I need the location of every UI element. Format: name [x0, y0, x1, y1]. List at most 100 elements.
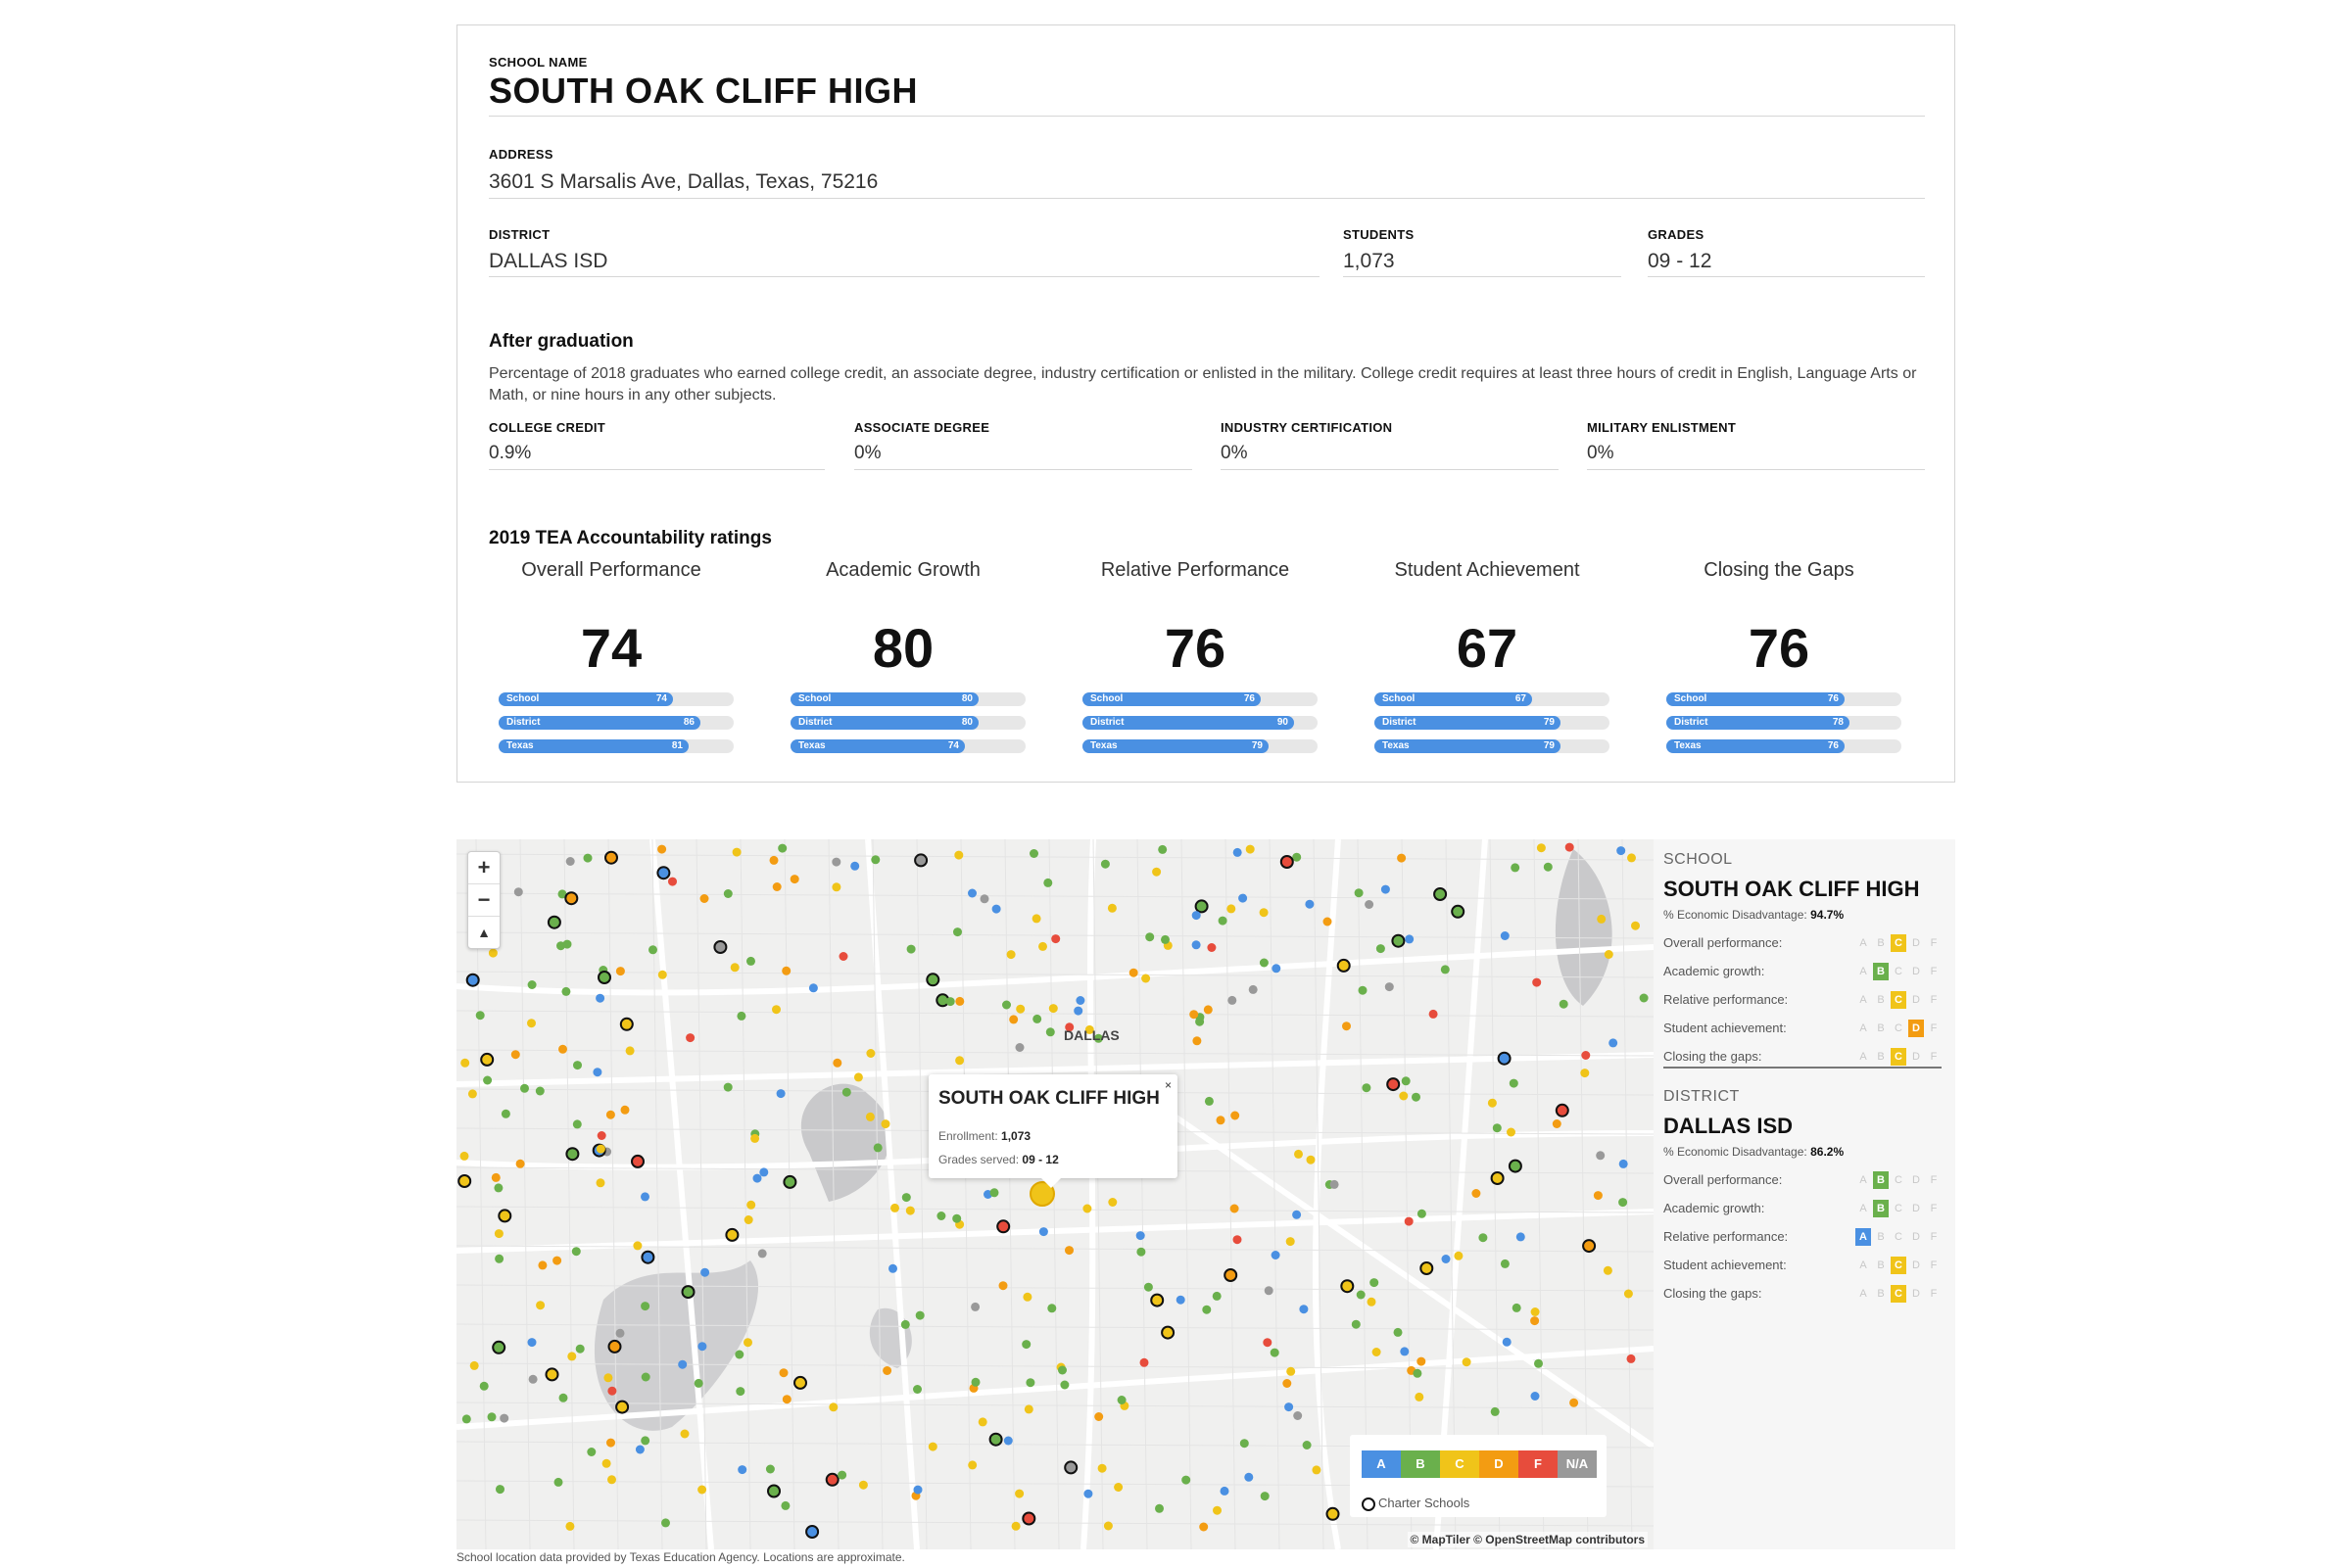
- rating-bar-school: School 80: [791, 692, 1026, 706]
- school-dot: [491, 1172, 501, 1182]
- school-dot: [1490, 1406, 1500, 1416]
- school-dot: [888, 1263, 897, 1273]
- map-legend: A B C D F N/A Charter Schools: [1350, 1435, 1607, 1517]
- school-dot: [838, 1470, 847, 1480]
- school-dot: [641, 1192, 649, 1202]
- school-dot: [1534, 1358, 1543, 1368]
- panel-school-econ-label: % Economic Disadvantage:: [1663, 908, 1807, 922]
- divider: [1648, 276, 1925, 277]
- map-attribution[interactable]: © MapTiler © OpenStreetMap contributors: [1407, 1532, 1648, 1547]
- school-grade-label: Overall performance:: [1663, 935, 1783, 950]
- popup-enrollment: Enrollment: 1,073: [938, 1129, 1031, 1143]
- school-dot: [1282, 1379, 1292, 1388]
- rating-title: Relative Performance: [1100, 559, 1290, 581]
- school-dot: [732, 847, 742, 857]
- school-dot: [1245, 844, 1255, 854]
- school-dot: [1015, 1043, 1025, 1052]
- school-dot: [573, 1061, 582, 1070]
- school-dot: [567, 1352, 577, 1361]
- school-dot: [968, 888, 977, 898]
- school-dot: [1286, 1366, 1296, 1376]
- school-dot: [1604, 950, 1613, 959]
- close-icon[interactable]: ×: [1165, 1078, 1172, 1092]
- grade-letter-f: F: [1930, 1203, 1938, 1214]
- school-dot: [1322, 917, 1332, 927]
- rating-bar-district: District 80: [791, 716, 1026, 730]
- rating-bar-value: 79: [1251, 740, 1263, 751]
- zoom-controls: + − ▲: [467, 851, 501, 949]
- zoom-in-button[interactable]: +: [468, 852, 500, 884]
- grade-letter-b: B: [1877, 1022, 1885, 1034]
- school-dot: [873, 1143, 883, 1153]
- school-dot: [1451, 904, 1465, 919]
- district-grade-label: Academic growth:: [1663, 1201, 1765, 1215]
- school-dot: [657, 844, 667, 854]
- school-dot: [1204, 1096, 1214, 1106]
- school-dot: [1419, 1261, 1434, 1275]
- school-dot: [620, 1105, 630, 1115]
- rating-bar-label: District: [1674, 717, 1708, 728]
- district-grade-label: Student achievement:: [1663, 1258, 1787, 1272]
- grade-letter-a: A: [1859, 1203, 1867, 1214]
- school-dot: [1543, 862, 1553, 872]
- rating-bar-label: School: [1382, 693, 1416, 704]
- school-dot: [1248, 984, 1258, 994]
- school-dot: [1230, 1111, 1240, 1120]
- zoom-out-button[interactable]: −: [468, 884, 500, 917]
- school-dot: [723, 889, 733, 898]
- grade-scale: ABCDF: [1855, 989, 1944, 1011]
- school-dot: [1433, 887, 1448, 901]
- school-dot: [1603, 1265, 1612, 1275]
- rating-bar-value: 79: [1543, 717, 1555, 728]
- school-dot: [1192, 1036, 1202, 1046]
- grade-letter-f: F: [1930, 1174, 1938, 1186]
- rating-bar-texas: Texas 79: [1374, 739, 1609, 753]
- panel-school-heading: SCHOOL: [1663, 851, 1733, 868]
- divider: [854, 469, 1192, 470]
- school-dot: [832, 857, 841, 867]
- rating-bar-label: District: [506, 717, 541, 728]
- school-dot: [1082, 1204, 1092, 1213]
- school-dot: [604, 850, 618, 865]
- grade-letter-b: B: [1873, 963, 1889, 980]
- school-dot: [906, 944, 916, 954]
- school-dot: [1502, 1337, 1512, 1347]
- grade-letter-d: D: [1912, 994, 1920, 1006]
- rating-bar-value: 86: [683, 717, 695, 728]
- school-dot: [1593, 1191, 1603, 1201]
- school-dot: [769, 855, 779, 865]
- grade-letter-f: F: [1930, 1231, 1938, 1243]
- school-dot: [483, 1075, 493, 1085]
- school-dot: [841, 1087, 851, 1097]
- grade-letter-c: C: [1891, 1257, 1906, 1274]
- map-footnote: School location data provided by Texas E…: [456, 1550, 905, 1564]
- school-dot: [1226, 904, 1236, 914]
- after-graduation-description: Percentage of 2018 graduates who earned …: [489, 365, 1917, 404]
- school-dot: [883, 1366, 892, 1375]
- school-dot: [738, 1465, 747, 1475]
- district-grade-label: Closing the gaps:: [1663, 1286, 1762, 1301]
- compass-icon[interactable]: ▲: [468, 917, 500, 948]
- grade-letter-b: B: [1877, 1051, 1885, 1063]
- school-dot: [1006, 950, 1016, 960]
- school-dot: [1292, 1210, 1302, 1219]
- industry-certification-label: INDUSTRY CERTIFICATION: [1221, 420, 1393, 435]
- school-dot: [515, 1159, 525, 1168]
- grade-letter-f: F: [1930, 1288, 1938, 1300]
- rating-bar-district: District 90: [1082, 716, 1318, 730]
- city-label: DALLAS: [1064, 1027, 1120, 1043]
- school-dot: [1509, 1078, 1518, 1088]
- school-dot: [615, 967, 625, 976]
- rating-bar-texas: Texas 74: [791, 739, 1026, 753]
- school-dot: [808, 983, 818, 993]
- school-dot: [858, 1480, 868, 1490]
- district-grade-label: Overall performance:: [1663, 1172, 1783, 1187]
- rating-bar-value: 80: [961, 693, 973, 704]
- school-dot: [1329, 1179, 1339, 1189]
- school-grade-row: Closing the gaps: A B C D F: [1663, 1046, 1944, 1068]
- school-dot: [1393, 1327, 1403, 1337]
- school-dot: [971, 1302, 981, 1311]
- school-map[interactable]: DALLAS + − ▲ × SOUTH OAK CLIFF HIGH Enro…: [456, 839, 1654, 1549]
- school-dot: [1097, 1463, 1107, 1473]
- school-dot: [1065, 1246, 1074, 1256]
